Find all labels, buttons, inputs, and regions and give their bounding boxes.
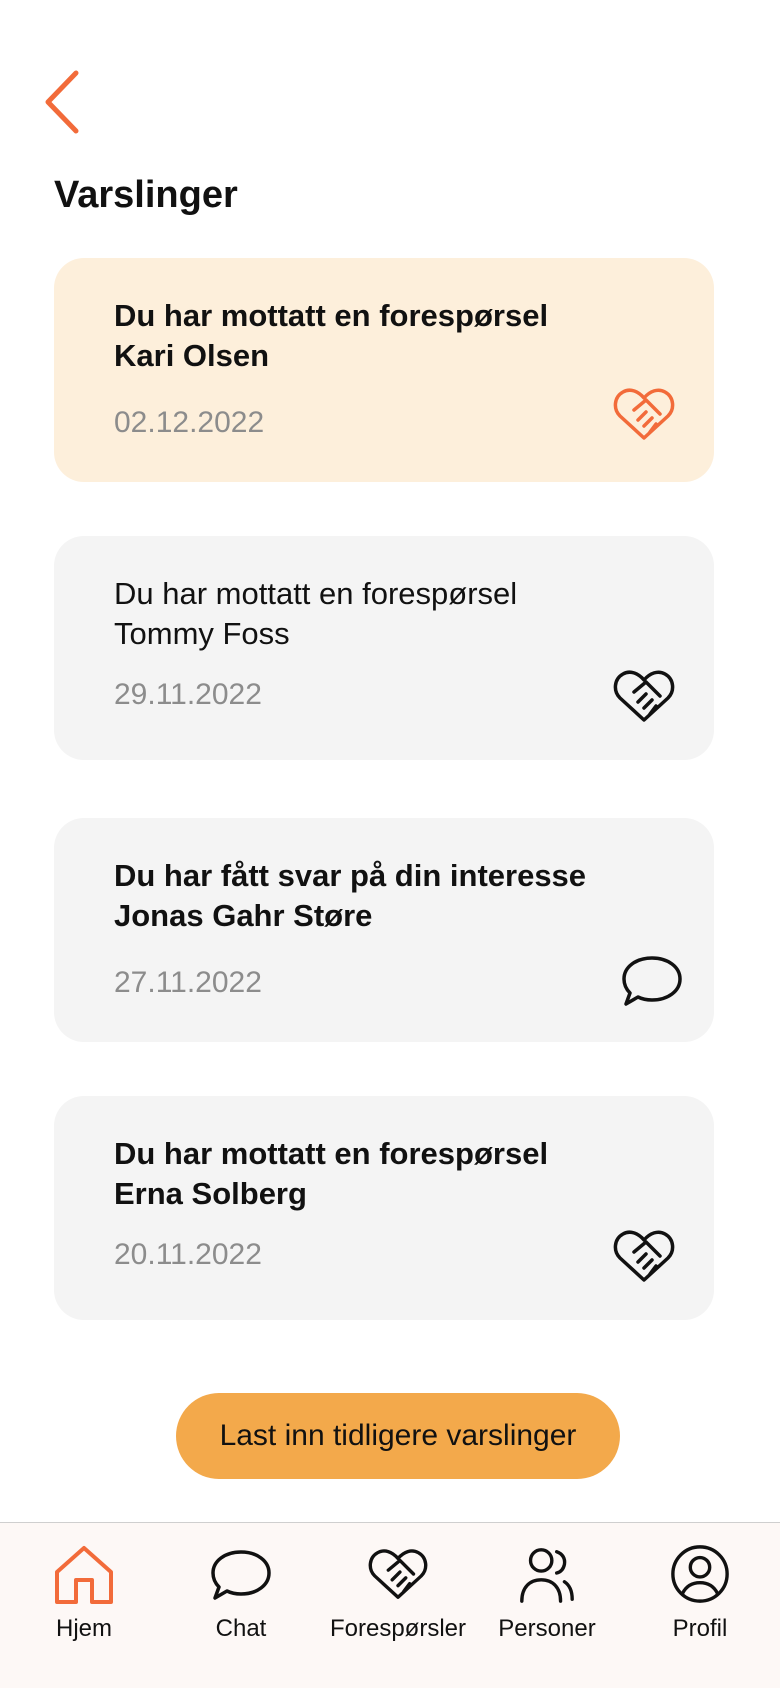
notification-name: Tommy Foss (114, 616, 290, 651)
notification-date: 27.11.2022 (114, 966, 262, 999)
notification-date: 20.11.2022 (114, 1238, 262, 1271)
nav-label: Forespørsler (329, 1615, 467, 1642)
notification-name: Kari Olsen (114, 338, 270, 373)
nav-label: Chat (215, 1615, 267, 1642)
notification-title: Du har mottatt en forespørsel Kari Olsen (114, 296, 654, 376)
back-button[interactable] (34, 66, 90, 138)
notification-card[interactable]: Du har mottatt en forespørsel Kari Olsen… (54, 258, 714, 482)
notification-title: Du har fått svar på din interesse Jonas … (114, 856, 654, 936)
people-icon (520, 1548, 574, 1603)
notification-date: 02.12.2022 (114, 406, 265, 439)
nav-item-home[interactable]: Hjem (9, 1541, 159, 1661)
nav-item-requests[interactable]: Forespørsler (323, 1541, 473, 1661)
handshake-heart-icon (613, 388, 675, 440)
handshake-heart-icon (613, 1230, 675, 1282)
notification-title: Du har mottatt en forespørsel Tommy Foss (114, 574, 654, 654)
chevron-left-icon (45, 70, 79, 134)
notification-name: Jonas Gahr Støre (114, 898, 373, 933)
chat-bubble-icon (622, 956, 682, 1006)
nav-item-chat[interactable]: Chat (166, 1541, 316, 1661)
nav-label: Personer (498, 1615, 596, 1642)
notification-card[interactable]: Du har mottatt en forespørsel Erna Solbe… (54, 1096, 714, 1320)
nav-label: Profil (672, 1615, 728, 1642)
nav-item-people[interactable]: Personer (472, 1541, 622, 1661)
notification-name: Erna Solberg (114, 1176, 307, 1211)
page-title: Varslinger (54, 174, 238, 216)
load-more-button[interactable]: Last inn tidligere varslinger (176, 1393, 620, 1479)
notification-date: 29.11.2022 (114, 678, 262, 711)
nav-item-profile[interactable]: Profil (625, 1541, 775, 1661)
profile-icon (671, 1545, 729, 1603)
handshake-heart-icon (368, 1549, 428, 1599)
notification-card[interactable]: Du har fått svar på din interesse Jonas … (54, 818, 714, 1042)
notifications-screen: Varslinger Du har mottatt en forespørsel… (0, 0, 780, 1688)
notification-text: Du har mottatt en forespørsel (114, 576, 518, 611)
nav-label: Hjem (55, 1615, 112, 1642)
notification-text: Du har fått svar på din interesse (114, 858, 587, 893)
bottom-nav: Hjem Chat Forespørsler Personer Profil (0, 1522, 780, 1688)
notification-title: Du har mottatt en forespørsel Erna Solbe… (114, 1134, 654, 1214)
home-icon (55, 1546, 113, 1604)
handshake-heart-icon (613, 670, 675, 722)
notification-text: Du har mottatt en forespørsel (114, 298, 549, 333)
notification-text: Du har mottatt en forespørsel (114, 1136, 549, 1171)
notification-card[interactable]: Du har mottatt en forespørsel Tommy Foss… (54, 536, 714, 760)
chat-bubble-icon (211, 1550, 271, 1600)
